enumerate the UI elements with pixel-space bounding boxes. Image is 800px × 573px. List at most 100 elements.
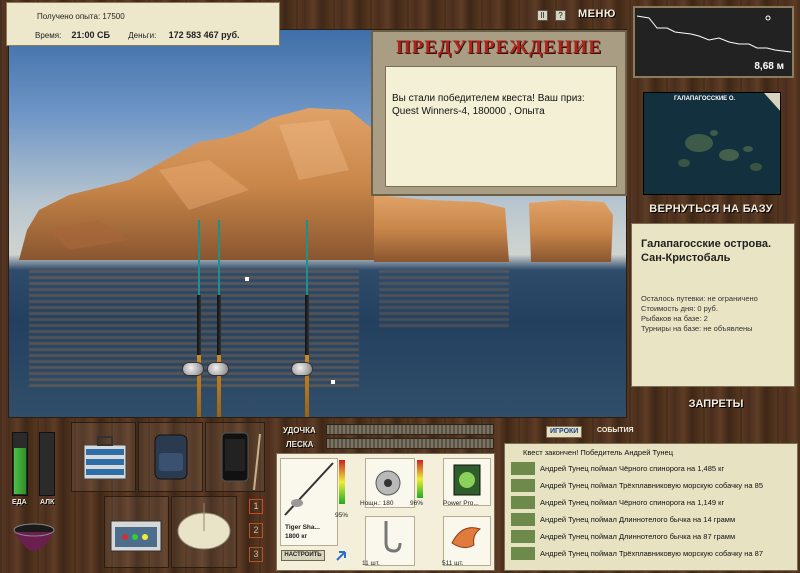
log-entry: Андрей Тунец поймал Длиннотелого бычка н… bbox=[509, 529, 793, 545]
tab-2[interactable]: 2 bbox=[249, 523, 263, 538]
time-money-row: Время: 21:00 СБ Деньги: 172 583 467 руб. bbox=[35, 30, 240, 40]
bait-cell[interactable] bbox=[443, 516, 491, 566]
reel-name: Нощн.: 180 bbox=[360, 500, 394, 507]
hook-cell[interactable] bbox=[365, 516, 415, 566]
bans-button[interactable]: ЗАПРЕТЫ bbox=[633, 398, 799, 410]
location-info-panel: Галапагосские острова. Сан-Кристобаль Ос… bbox=[631, 223, 795, 387]
fish-icon bbox=[511, 496, 535, 509]
location-map[interactable]: ГАЛАПАГОССКИЕ О. bbox=[643, 92, 781, 195]
float-marker bbox=[331, 380, 335, 384]
menu-button[interactable]: МЕНЮ bbox=[578, 8, 616, 20]
map-title: ГАЛАПАГОССКИЕ О. bbox=[674, 96, 736, 102]
tackle-box-icon bbox=[83, 436, 127, 480]
alcohol-meter bbox=[39, 432, 55, 496]
log-entry-text: Андрей Тунец поймал Длиннотелого бычка н… bbox=[540, 515, 736, 524]
xp-value: 17500 bbox=[102, 12, 125, 21]
hook-count: 11 шт. bbox=[362, 560, 380, 567]
time-value: 21:00 СБ bbox=[71, 30, 111, 40]
rod-name: Tiger Sha... bbox=[285, 524, 320, 531]
xp-label: Получено опыта: bbox=[37, 12, 101, 21]
bait-box-slot[interactable] bbox=[104, 496, 169, 568]
line-name: Power Pro... bbox=[443, 500, 479, 507]
shrimp-bait-icon bbox=[451, 527, 482, 549]
map-image bbox=[644, 93, 780, 194]
log-entry: Андрей Тунец поймал Трёхплавниковую морс… bbox=[509, 478, 793, 494]
location-title: Галапагосские острова. Сан-Кристобаль bbox=[641, 238, 772, 264]
log-entry: Андрей Тунец поймал Трёхплавниковую морс… bbox=[509, 546, 793, 562]
fish-icon bbox=[511, 462, 535, 475]
backpack-icon bbox=[154, 434, 188, 480]
rod-weight: 1800 кг bbox=[285, 533, 308, 540]
line-bar-label: ЛЕСКА bbox=[286, 440, 314, 449]
rod-3-reel[interactable] bbox=[291, 362, 313, 376]
pause-icon[interactable]: II bbox=[537, 10, 548, 21]
log-entry-text: Андрей Тунец поймал Длиннотелого бычка н… bbox=[540, 532, 736, 541]
depth-profile: 8,68 м bbox=[633, 6, 794, 78]
food-meter-fill bbox=[14, 448, 26, 494]
rod-2[interactable] bbox=[217, 295, 221, 355]
money-value: 172 583 467 руб. bbox=[168, 30, 240, 40]
location-info-line: Рыбаков на базе: 2 bbox=[641, 314, 708, 323]
log-entry-text: Андрей Тунец поймал Чёрного спинорога на… bbox=[540, 464, 725, 473]
fishing-line bbox=[198, 220, 200, 300]
info-icon[interactable]: ? bbox=[555, 10, 566, 21]
tab-1[interactable]: 1 bbox=[249, 499, 263, 514]
fishing-line bbox=[218, 220, 220, 300]
reel-icon bbox=[375, 470, 401, 496]
log-entry-text: Андрей Тунец поймал Трёхплавниковую морс… bbox=[540, 549, 763, 558]
player-stats-panel: Получено опыта: 17500 Время: 21:00 СБ Де… bbox=[6, 2, 280, 46]
rod-1-reel[interactable] bbox=[182, 362, 204, 376]
tackle-box-slot[interactable] bbox=[71, 422, 136, 492]
rod-durability-bar bbox=[339, 460, 345, 504]
keepnet-icon bbox=[177, 503, 231, 550]
boat-position-icon bbox=[765, 15, 771, 21]
float-marker bbox=[245, 277, 249, 281]
tackle-panel: 95% Tiger Sha... 1800 кг НАСТРОИТЬ Нощн.… bbox=[276, 453, 495, 571]
line-bar bbox=[326, 438, 494, 449]
fish-icon bbox=[511, 530, 535, 543]
tab-events[interactable]: СОБЫТИЯ bbox=[594, 426, 637, 438]
line-cell[interactable] bbox=[443, 458, 491, 506]
reel-durability-bar bbox=[417, 460, 423, 498]
fish-icon bbox=[511, 547, 535, 560]
bait-count: 511 шт. bbox=[442, 560, 464, 567]
line-spool-icon bbox=[453, 464, 481, 496]
log-entry: Андрей Тунец поймал Чёрного спинорога на… bbox=[509, 495, 793, 511]
rod-3[interactable] bbox=[305, 295, 309, 355]
location-info-line: Турниры на базе: не объявлены bbox=[641, 324, 753, 333]
depth-value: 8,68 м bbox=[754, 61, 784, 72]
backpack-slot[interactable] bbox=[138, 422, 203, 492]
rod-1[interactable] bbox=[197, 295, 201, 355]
events-log: Квест закончен! Победитель Андрей Тунец … bbox=[504, 443, 798, 571]
fish-icon bbox=[511, 479, 535, 492]
money-label: Деньги: bbox=[128, 31, 157, 40]
bait-box-icon bbox=[110, 520, 162, 552]
log-entry-text: Андрей Тунец поймал Трёхплавниковую морс… bbox=[540, 481, 763, 490]
arrow-icon bbox=[336, 551, 346, 561]
location-info-line: Осталось путевки: не ограничено bbox=[641, 294, 758, 303]
xp-row: Получено опыта: 17500 bbox=[37, 12, 125, 21]
rod-durability: 95% bbox=[335, 512, 349, 519]
hook-icon bbox=[384, 521, 402, 553]
tab-players[interactable]: ИГРОКИ bbox=[546, 426, 583, 438]
back-to-base-button[interactable]: ВЕРНУТЬСЯ НА БАЗУ bbox=[635, 203, 787, 215]
rod-icon bbox=[284, 462, 334, 516]
warning-dialog[interactable]: ПРЕДУПРЕЖДЕНИЕ Вы стали победителем квес… bbox=[371, 30, 627, 196]
tab-3[interactable]: 3 bbox=[249, 547, 263, 562]
log-entry: Андрей Тунец поймал Чёрного спинорога на… bbox=[509, 461, 793, 477]
setup-button[interactable]: НАСТРОИТЬ bbox=[281, 550, 325, 561]
rod-bar-label: УДОЧКА bbox=[283, 426, 316, 435]
location-info-line: Стоимость дня: 0 руб. bbox=[641, 304, 718, 313]
fishing-line bbox=[306, 220, 308, 300]
fish-icon bbox=[511, 513, 535, 526]
log-entry-text: Андрей Тунец поймал Чёрного спинорога на… bbox=[540, 498, 725, 507]
keepnet-slot[interactable] bbox=[171, 496, 237, 568]
reel-durability: 96% bbox=[410, 500, 424, 507]
dialog-message: Вы стали победителем квеста! Ваш приз: Q… bbox=[385, 66, 617, 187]
rod-2-reel[interactable] bbox=[207, 362, 229, 376]
log-header: Квест закончен! Победитель Андрей Тунец bbox=[523, 448, 674, 457]
water-reflection bbox=[379, 270, 509, 330]
dialog-title: ПРЕДУПРЕЖДЕНИЕ bbox=[395, 37, 603, 58]
bucket-icon[interactable] bbox=[10, 520, 58, 566]
landing-rod-icon bbox=[253, 433, 261, 491]
